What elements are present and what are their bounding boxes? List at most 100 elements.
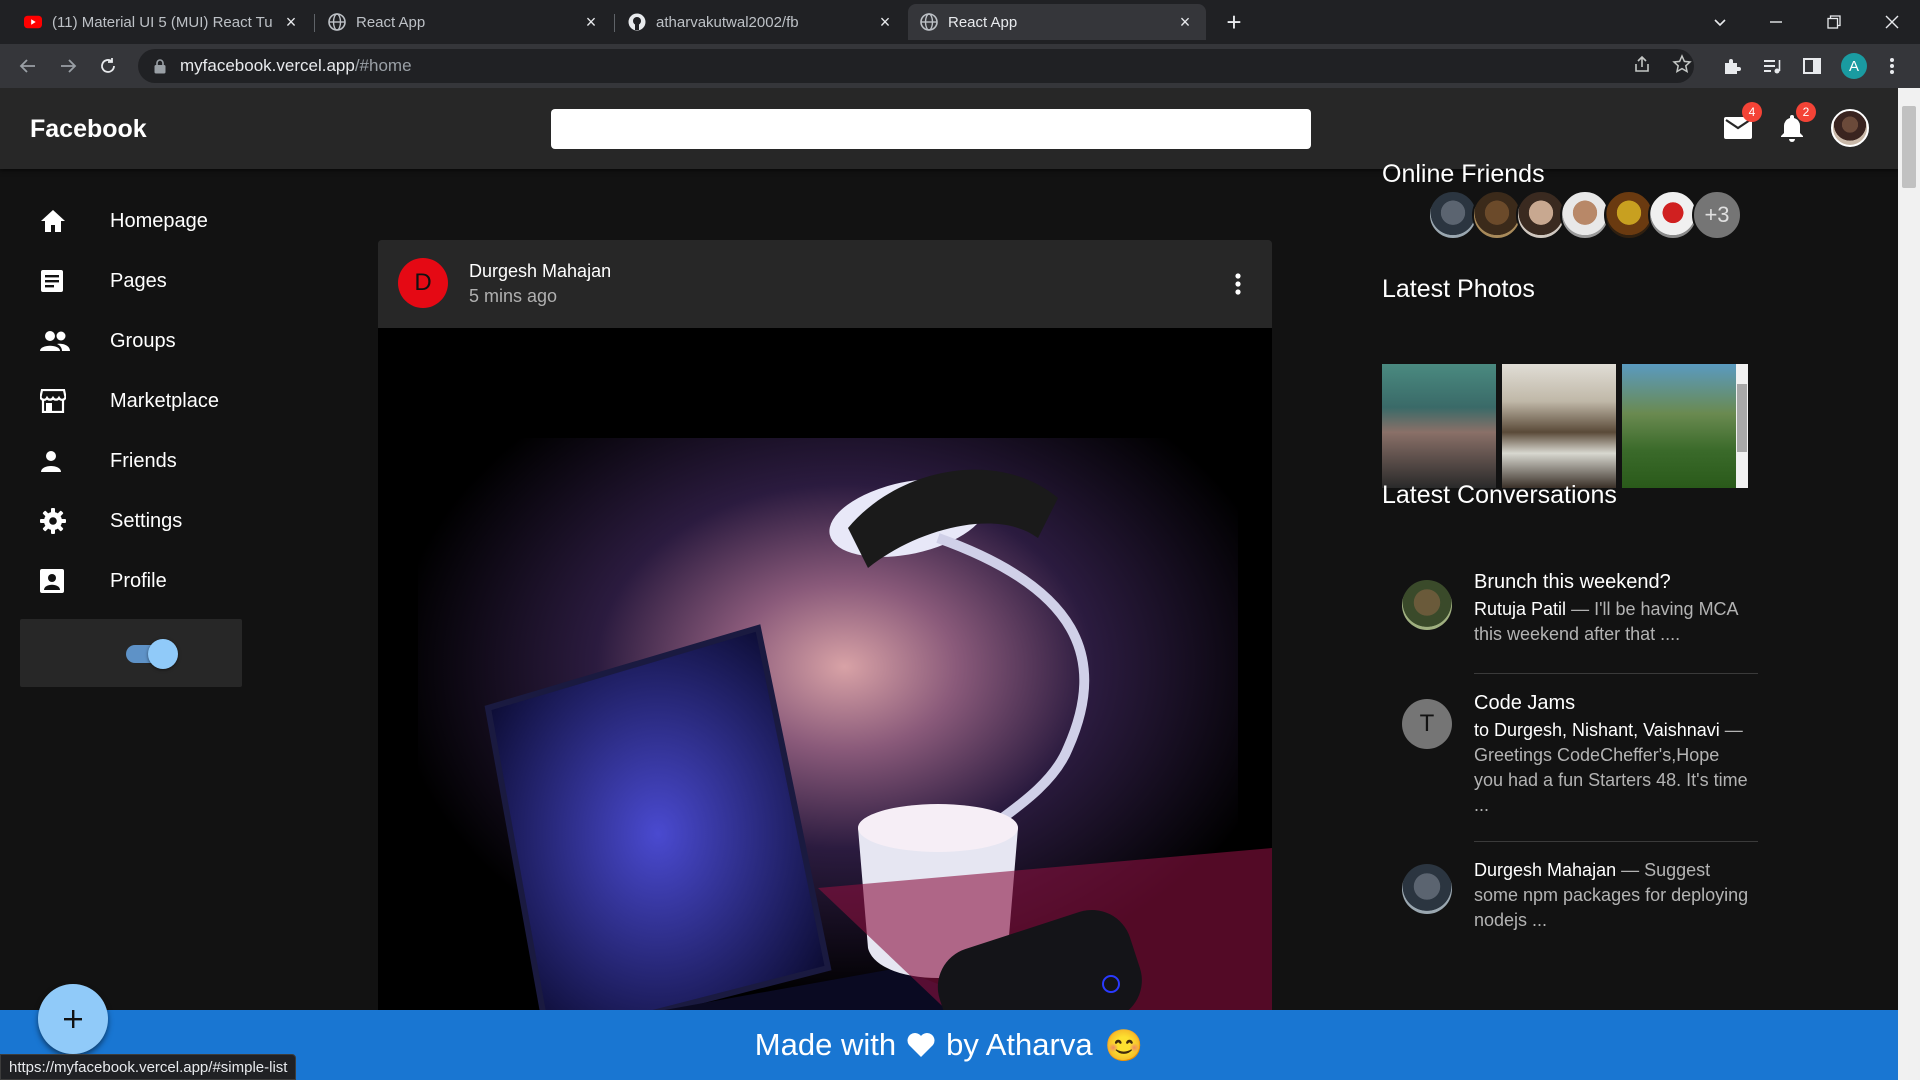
notifications-button[interactable]: 2 [1774,102,1816,146]
browser-profile-avatar[interactable]: A [1841,53,1867,79]
app-viewport: Facebook 4 2 Homepage Pages Groups Marke… [0,88,1898,1080]
tab-title: atharvakutwal2002/fb [656,13,799,31]
sidebar-item-label: Pages [110,269,167,292]
url-host: myfacebook.vercel.app [180,56,355,75]
side-panel-icon[interactable] [1800,54,1824,78]
photo-thumbnail[interactable] [1502,364,1616,488]
friend-avatar[interactable] [1516,190,1566,240]
divider [1474,673,1758,674]
photo-thumbnail[interactable] [1622,364,1736,488]
more-vert-icon [1235,273,1241,295]
sidebar-item-label: Profile [110,569,167,592]
sidebar-item-pages[interactable]: Pages [20,251,242,311]
online-friends-title: Online Friends [1382,160,1545,188]
conversation-body: Brunch this weekend? Rutuja Patil — I'll… [1474,570,1750,647]
person-icon [20,450,88,472]
friend-avatar[interactable] [1648,190,1698,240]
close-icon[interactable]: × [582,12,600,32]
brand-logo[interactable]: Facebook [30,115,147,144]
sidebar-item-groups[interactable]: Groups [20,311,242,371]
post-header: D Durgesh Mahajan 5 mins ago [378,240,1272,328]
new-tab-button[interactable]: + [1220,7,1248,37]
address-bar[interactable]: myfacebook.vercel.app/#home [138,49,1694,83]
reload-button[interactable] [94,52,122,80]
sidebar-item-friends[interactable]: Friends [20,431,242,491]
sidebar-item-label: Groups [110,329,176,352]
media-control-icon[interactable] [1760,54,1784,78]
browser-tab-github[interactable]: atharvakutwal2002/fb × [616,4,906,40]
back-button[interactable] [14,52,42,80]
minimize-button[interactable] [1762,8,1790,36]
post-image [378,328,1272,1040]
footer-text-before: Made with [754,1027,897,1062]
storefront-icon [20,389,88,413]
close-window-button[interactable] [1878,8,1906,36]
conversation-sender: Rutuja Patil [1474,599,1567,619]
browser-tab-react-app-1[interactable]: React App × [316,4,612,40]
photos-scrollbar[interactable] [1736,364,1748,488]
forward-button[interactable] [54,52,82,80]
friend-avatar[interactable] [1560,190,1610,240]
heart-icon [906,1032,936,1058]
share-icon[interactable] [1630,52,1654,76]
extensions-icon[interactable] [1720,54,1744,78]
mail-button[interactable]: 4 [1720,102,1762,146]
divider [1474,841,1758,842]
photo-thumbnail[interactable] [1382,364,1496,488]
post-more-button[interactable] [1226,268,1250,300]
close-icon[interactable]: × [282,12,300,32]
friend-avatar[interactable] [1428,190,1478,240]
conversation-avatar: T [1402,699,1452,749]
post-author-avatar[interactable]: D [398,258,448,308]
browser-tab-react-app-active[interactable]: React App × [908,4,1206,40]
tab-title: (11) Material UI 5 (MUI) React Tu [52,13,273,31]
close-icon[interactable]: × [876,12,894,32]
search-input[interactable] [551,109,1311,149]
sidebar-item-marketplace[interactable]: Marketplace [20,371,242,431]
sidebar-item-label: Friends [110,449,177,472]
more-vert-icon[interactable] [1880,54,1904,78]
sidebar-item-settings[interactable]: Settings [20,491,242,551]
conversation-sender: Durgesh Mahajan [1474,860,1617,880]
scrollbar-thumb[interactable] [1902,106,1916,188]
globe-icon [328,13,346,31]
restore-button[interactable] [1820,8,1848,36]
sidebar-item-label: Homepage [110,209,208,232]
sidebar-item-homepage[interactable]: Homepage [20,191,242,251]
sidebar-item-label: Settings [110,509,183,532]
group-icon [20,330,88,352]
moon-icon [42,639,70,667]
bookmark-star-icon[interactable] [1670,52,1694,76]
post-author-name: Durgesh Mahajan [469,261,612,281]
page-scrollbar[interactable] [1898,88,1920,1080]
sidebar-item-profile[interactable]: Profile [20,551,242,611]
gear-icon [20,508,88,534]
friend-avatar[interactable] [1604,190,1654,240]
dark-mode-row [20,619,242,687]
add-post-button[interactable] [38,984,108,1054]
home-icon [20,209,88,233]
more-friends-count[interactable]: +3 [1692,190,1742,240]
friend-avatar[interactable] [1472,190,1522,240]
browser-tab-youtube[interactable]: (11) Material UI 5 (MUI) React Tu × [12,4,312,40]
account-box-icon [20,569,88,593]
tab-title: React App [356,13,426,31]
status-bar-url: https://myfacebook.vercel.app/#simple-li… [0,1054,297,1080]
conversation-title: Brunch this weekend? [1474,571,1671,593]
latest-photos-grid [1382,364,1758,488]
youtube-icon [24,13,42,31]
globe-icon [920,13,938,31]
close-icon[interactable]: × [1176,12,1194,32]
user-avatar[interactable] [1831,109,1869,147]
switch-thumb[interactable] [148,639,178,669]
conversation-avatar [1402,864,1452,914]
tab-search-button[interactable] [1706,8,1734,36]
latest-conversations-title: Latest Conversations [1382,481,1617,509]
post-timestamp: 5 mins ago [469,286,558,306]
online-friends-avatar-group: +3 [1428,190,1742,240]
footer-text-after: by Atharva [946,1027,1093,1062]
browser-tab-bar: (11) Material UI 5 (MUI) React Tu × Reac… [0,0,1920,44]
lock-icon[interactable] [154,58,170,74]
smile-emoji: 😊 [1104,1027,1144,1063]
browser-toolbar: myfacebook.vercel.app/#home A [0,44,1920,88]
